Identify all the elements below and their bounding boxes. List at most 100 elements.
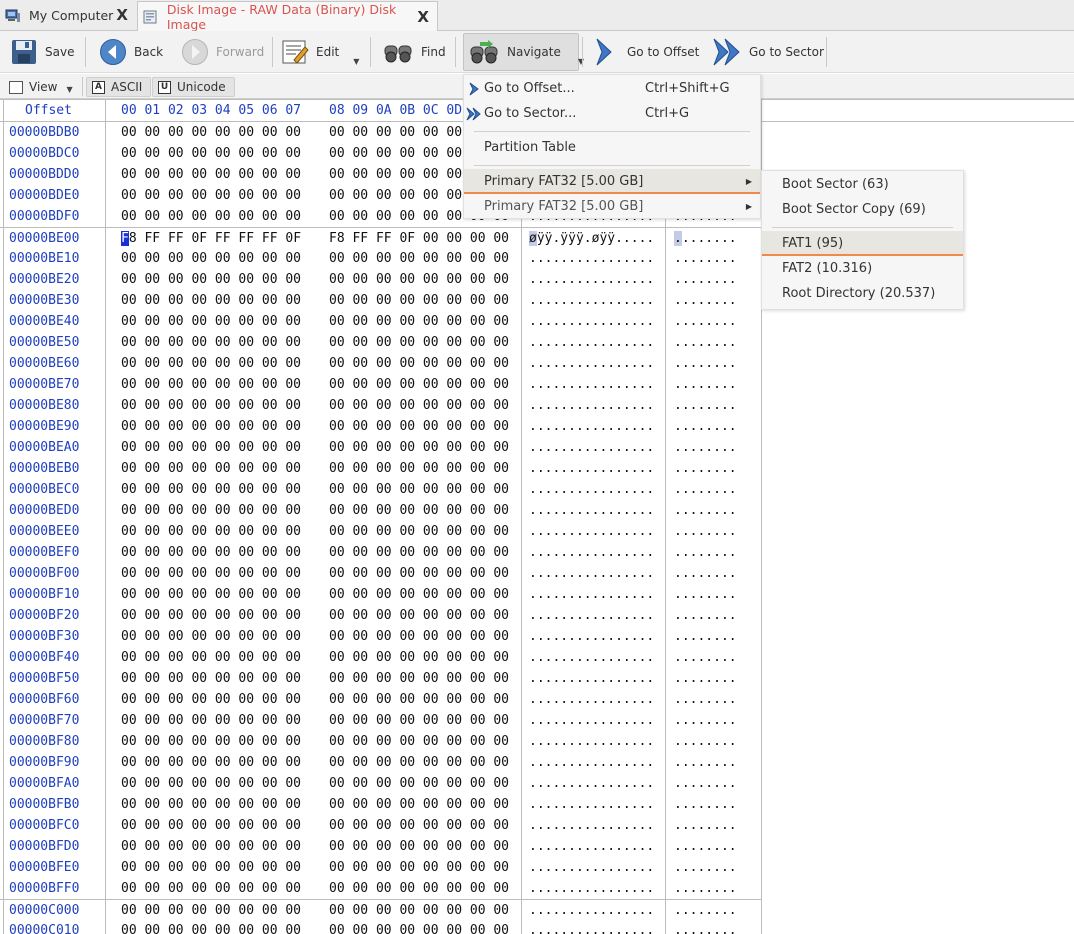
unicode-text: ........ bbox=[674, 293, 737, 308]
hex-row[interactable]: 00000BFA0 00 00 00 00 00 00 00 00 00 00 00… bbox=[0, 773, 762, 794]
view-button[interactable]: View ▼ bbox=[6, 77, 73, 97]
hex-bytes-1: 00 00 00 00 00 00 00 00 bbox=[121, 314, 302, 329]
goto-sector-icon bbox=[466, 107, 481, 121]
hex-bytes-1: 00 00 00 00 00 00 00 00 bbox=[121, 881, 302, 896]
hex-row[interactable]: 00000BF70 00 00 00 00 00 00 00 00 00 00 00… bbox=[0, 710, 762, 731]
hex-row[interactable]: 00000BE50 00 00 00 00 00 00 00 00 00 00 00… bbox=[0, 332, 762, 353]
unicode-toggle[interactable]: U Unicode bbox=[152, 77, 235, 97]
close-icon[interactable]: X bbox=[417, 8, 429, 26]
hex-row[interactable]: 00000BEB0 00 00 00 00 00 00 00 00 00 00 00… bbox=[0, 458, 762, 479]
chevron-down-icon[interactable]: ▼ bbox=[353, 57, 359, 66]
ascii-text: ................ bbox=[529, 398, 655, 413]
hex-row[interactable]: 00000BF50 00 00 00 00 00 00 00 00 00 00 00… bbox=[0, 668, 762, 689]
ascii-text: ................ bbox=[529, 251, 655, 266]
submenu-item-root-directory[interactable]: Root Directory (20.537) bbox=[762, 281, 963, 306]
goto-sector-button[interactable]: Go to Sector bbox=[712, 31, 824, 73]
submenu-item-boot-sector[interactable]: Boot Sector (63) bbox=[762, 172, 963, 197]
tab-my-computer[interactable]: My Computer X bbox=[0, 0, 136, 31]
hex-row[interactable]: 00000BFB0 00 00 00 00 00 00 00 00 00 00 00… bbox=[0, 794, 762, 815]
hex-row[interactable]: 00000BF60 00 00 00 00 00 00 00 00 00 00 00… bbox=[0, 689, 762, 710]
hex-row[interactable]: 00000BEA0 00 00 00 00 00 00 00 00 00 00 00… bbox=[0, 437, 762, 458]
unicode-text: ........ bbox=[674, 650, 737, 665]
hex-row[interactable]: 00000BEC0 00 00 00 00 00 00 00 00 00 00 00… bbox=[0, 479, 762, 500]
goto-offset-button[interactable]: Go to Offset bbox=[594, 31, 699, 73]
chevron-right-icon: ▶ bbox=[745, 177, 752, 186]
find-button[interactable]: Find bbox=[382, 31, 446, 73]
back-button[interactable]: Back bbox=[99, 31, 163, 73]
ascii-text: ................ bbox=[529, 903, 655, 918]
ascii-text: ................ bbox=[529, 272, 655, 287]
hex-row[interactable]: 00000BE10 00 00 00 00 00 00 00 00 00 00 00… bbox=[0, 248, 762, 269]
chevron-down-icon[interactable]: ▼ bbox=[66, 85, 72, 94]
ascii-text: ................ bbox=[529, 755, 655, 770]
hex-bytes-2: 00 00 00 00 00 00 00 00 bbox=[329, 839, 510, 854]
hex-row[interactable]: 00000C010 00 00 00 00 00 00 00 00 00 00 00… bbox=[0, 920, 762, 934]
hex-row-selected[interactable]: 00000BE00 F8 FF FF 0F FF FF FF 0F F8 FF FF… bbox=[0, 227, 762, 248]
ascii-text: ................ bbox=[529, 335, 655, 350]
hex-row[interactable]: 00000BE60 00 00 00 00 00 00 00 00 00 00 00… bbox=[0, 353, 762, 374]
hex-bytes-2: 00 00 00 00 00 00 00 00 bbox=[329, 650, 510, 665]
row-offset: 00000BF40 bbox=[9, 650, 80, 665]
forward-label: Forward bbox=[216, 45, 265, 59]
tab-disk-image[interactable]: Disk Image - RAW Data (Binary) Disk Imag… bbox=[137, 1, 438, 32]
hex-bytes-1: 00 00 00 00 00 00 00 00 bbox=[121, 419, 302, 434]
hex-row[interactable]: 00000BF20 00 00 00 00 00 00 00 00 00 00 00… bbox=[0, 605, 762, 626]
unicode-label: Unicode bbox=[177, 80, 226, 94]
hex-row[interactable]: 00000BED0 00 00 00 00 00 00 00 00 00 00 00… bbox=[0, 500, 762, 521]
hex-row[interactable]: 00000BFE0 00 00 00 00 00 00 00 00 00 00 00… bbox=[0, 857, 762, 878]
menu-item-goto-offset[interactable]: Go to Offset... Ctrl+Shift+G bbox=[464, 76, 760, 101]
unicode-text: ........ bbox=[674, 776, 737, 791]
hex-row[interactable]: 00000BF30 00 00 00 00 00 00 00 00 00 00 00… bbox=[0, 626, 762, 647]
row-offset: 00000BE60 bbox=[9, 356, 80, 371]
ascii-toggle[interactable]: A ASCII bbox=[86, 77, 152, 97]
navigate-label: Navigate bbox=[507, 45, 561, 59]
menu-item-primary-fat32-1[interactable]: Primary FAT32 [5.00 GB] ▶ bbox=[464, 169, 760, 194]
partition-submenu: Boot Sector (63) Boot Sector Copy (69) F… bbox=[761, 170, 964, 310]
hex-bytes-2: 00 00 00 00 00 00 00 00 bbox=[329, 356, 510, 371]
hex-bytes-1: 00 00 00 00 00 00 00 00 bbox=[121, 818, 302, 833]
hex-row[interactable]: 00000BE80 00 00 00 00 00 00 00 00 00 00 00… bbox=[0, 395, 762, 416]
hex-bytes-1: 00 00 00 00 00 00 00 00 bbox=[121, 482, 302, 497]
hex-row[interactable]: 00000BE40 00 00 00 00 00 00 00 00 00 00 00… bbox=[0, 311, 762, 332]
menu-item-partition-table[interactable]: Partition Table bbox=[464, 135, 760, 160]
ascii-text: ................ bbox=[529, 314, 655, 329]
ascii-text: ................ bbox=[529, 587, 655, 602]
hex-row[interactable]: 00000BE30 00 00 00 00 00 00 00 00 00 00 00… bbox=[0, 290, 762, 311]
hex-row[interactable]: 00000BE70 00 00 00 00 00 00 00 00 00 00 00… bbox=[0, 374, 762, 395]
submenu-item-fat2[interactable]: FAT2 (10.316) bbox=[762, 256, 963, 281]
save-button[interactable]: Save bbox=[10, 31, 74, 73]
ascii-text: ................ bbox=[529, 713, 655, 728]
hex-bytes-2: 00 00 00 00 00 00 00 00 bbox=[329, 272, 510, 287]
row-offset: 00000BF20 bbox=[9, 608, 80, 623]
row-offset: 00000BFA0 bbox=[9, 776, 80, 791]
hex-row[interactable]: 00000BEF0 00 00 00 00 00 00 00 00 00 00 00… bbox=[0, 542, 762, 563]
hex-row[interactable]: 00000BF00 00 00 00 00 00 00 00 00 00 00 00… bbox=[0, 563, 762, 584]
edit-button[interactable]: Edit ▼ bbox=[281, 31, 359, 73]
forward-button[interactable]: Forward bbox=[181, 31, 264, 73]
hex-row[interactable]: 00000BE20 00 00 00 00 00 00 00 00 00 00 00… bbox=[0, 269, 762, 290]
submenu-item-fat1[interactable]: FAT1 (95) bbox=[762, 231, 963, 256]
submenu-item-boot-sector-copy[interactable]: Boot Sector Copy (69) bbox=[762, 197, 963, 222]
hex-row[interactable]: 00000BF80 00 00 00 00 00 00 00 00 00 00 00… bbox=[0, 731, 762, 752]
chevron-down-icon[interactable]: ▼ bbox=[578, 57, 584, 66]
unicode-text: ........ bbox=[674, 335, 737, 350]
hex-row[interactable]: 00000BFF0 00 00 00 00 00 00 00 00 00 00 00… bbox=[0, 878, 762, 899]
ascii-text: ................ bbox=[529, 776, 655, 791]
menu-item-goto-sector[interactable]: Go to Sector... Ctrl+G bbox=[464, 101, 760, 126]
hex-row[interactable]: 00000BFD0 00 00 00 00 00 00 00 00 00 00 00… bbox=[0, 836, 762, 857]
hex-view[interactable]: Offset 00 01 02 03 04 05 06 07 08 09 0A … bbox=[0, 99, 1074, 934]
menu-item-primary-fat32-2[interactable]: Primary FAT32 [5.00 GB] ▶ bbox=[464, 194, 760, 219]
row-offset: 00000BE20 bbox=[9, 272, 80, 287]
hex-row[interactable]: 00000BF10 00 00 00 00 00 00 00 00 00 00 00… bbox=[0, 584, 762, 605]
hex-row[interactable]: 00000BF90 00 00 00 00 00 00 00 00 00 00 00… bbox=[0, 752, 762, 773]
close-icon[interactable]: X bbox=[116, 6, 128, 24]
row-offset: 00000BE80 bbox=[9, 398, 80, 413]
tab-label: Disk Image - RAW Data (Binary) Disk Imag… bbox=[166, 1, 397, 32]
hex-row[interactable]: 00000C000 00 00 00 00 00 00 00 00 00 00 00… bbox=[0, 899, 762, 920]
hex-row[interactable]: 00000BFC0 00 00 00 00 00 00 00 00 00 00 00… bbox=[0, 815, 762, 836]
hex-row[interactable]: 00000BF40 00 00 00 00 00 00 00 00 00 00 00… bbox=[0, 647, 762, 668]
hex-bytes-1: 00 00 00 00 00 00 00 00 bbox=[121, 797, 302, 812]
hex-row[interactable]: 00000BEE0 00 00 00 00 00 00 00 00 00 00 00… bbox=[0, 521, 762, 542]
navigate-button[interactable]: Navigate ▼ bbox=[468, 31, 584, 73]
hex-row[interactable]: 00000BE90 00 00 00 00 00 00 00 00 00 00 00… bbox=[0, 416, 762, 437]
